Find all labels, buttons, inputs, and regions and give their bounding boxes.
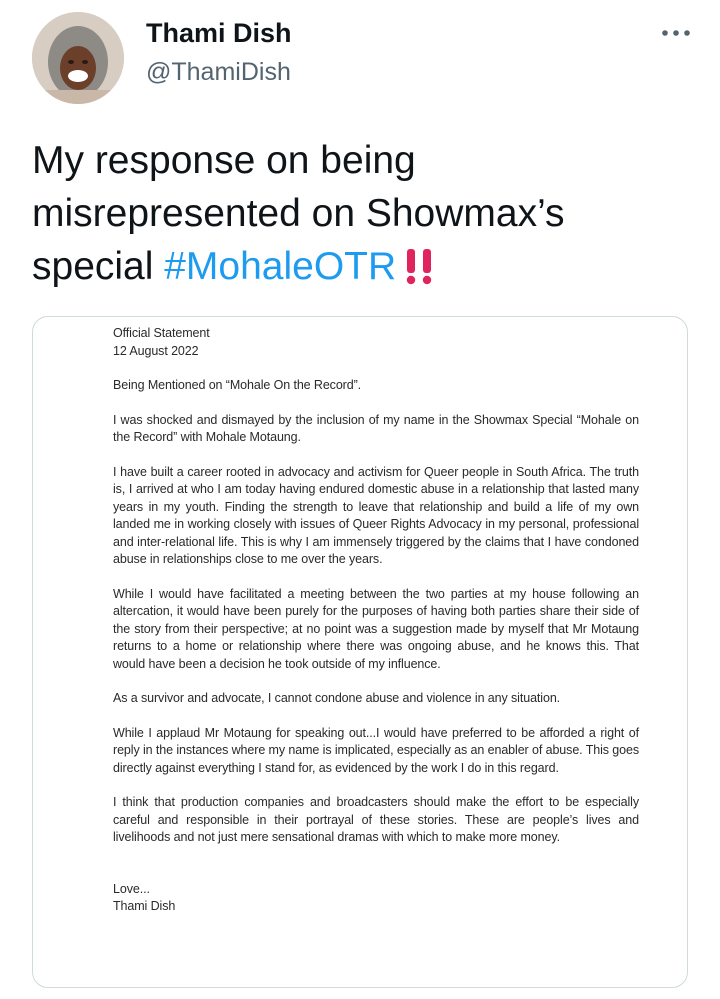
avatar[interactable] (32, 12, 124, 104)
statement-document: Official Statement 12 August 2022 Being … (113, 325, 639, 916)
double-exclamation-icon (402, 246, 438, 299)
tweet-text: My response on being misrepresented on S… (32, 134, 692, 299)
doc-closing: Love... (113, 881, 150, 896)
more-horizontal-icon (662, 30, 690, 36)
hashtag-link[interactable]: #MohaleOTR (164, 245, 396, 288)
avatar-photo (32, 12, 124, 104)
doc-paragraph-1: I was shocked and dismayed by the inclus… (113, 412, 639, 445)
attached-image[interactable]: Official Statement 12 August 2022 Being … (32, 316, 688, 988)
doc-paragraph-3: While I would have facilitated a meeting… (113, 586, 639, 671)
doc-paragraph-4: As a survivor and advocate, I cannot con… (113, 691, 561, 705)
doc-date: 12 August 2022 (113, 343, 199, 358)
doc-subject: Being Mentioned on “Mohale On the Record… (113, 378, 362, 392)
doc-paragraph-6: I think that production companies and br… (113, 795, 639, 844)
doc-heading: Official Statement (113, 326, 210, 340)
author-handle[interactable]: @ThamiDish (146, 58, 291, 87)
more-options-button[interactable] (656, 18, 696, 48)
author-name[interactable]: Thami Dish (146, 18, 292, 49)
doc-paragraph-5: While I applaud Mr Motaung for speaking … (113, 725, 639, 775)
doc-paragraph-2: I have built a career rooted in advocacy… (113, 464, 639, 567)
doc-signature: Thami Dish (113, 899, 176, 913)
